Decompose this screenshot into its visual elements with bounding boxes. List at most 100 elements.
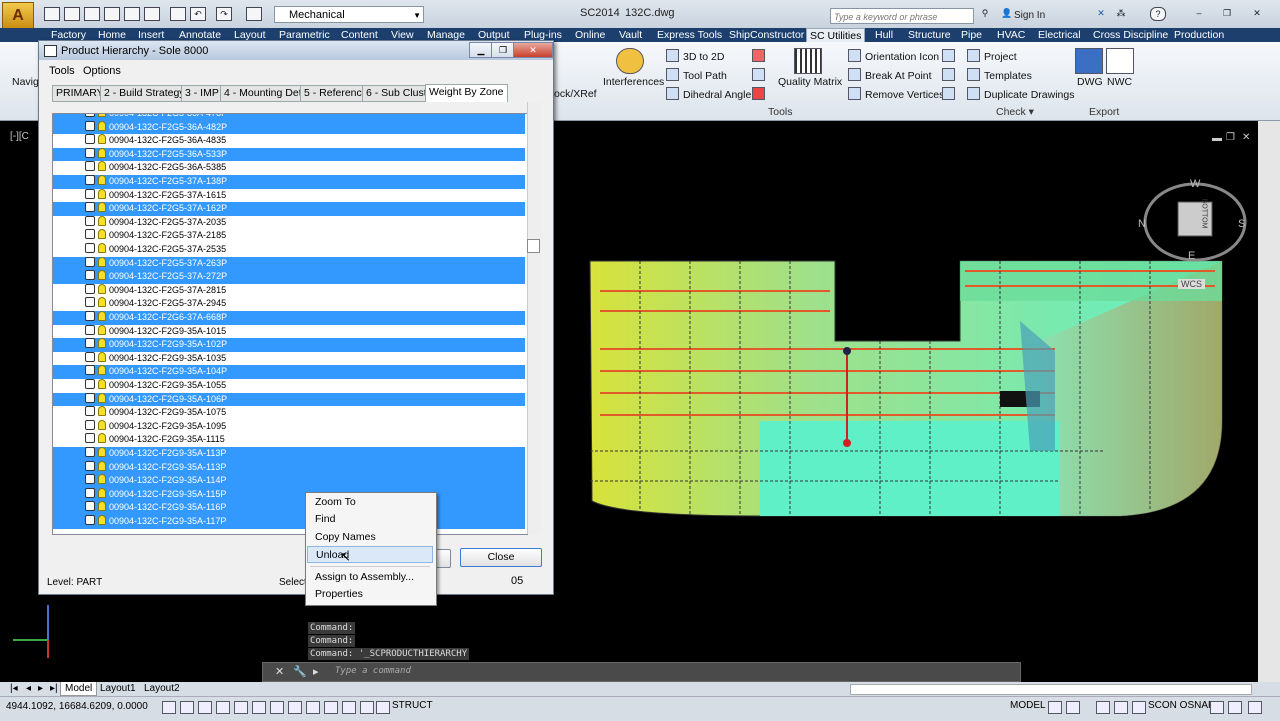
quick-view-layouts-icon[interactable] xyxy=(1048,701,1062,714)
status-menu-icon[interactable] xyxy=(1228,701,1242,714)
tab-structure[interactable]: Structure xyxy=(905,28,954,42)
publish-icon[interactable] xyxy=(144,7,160,21)
workspace-switch-icon[interactable] xyxy=(1096,701,1110,714)
workspace-icon[interactable] xyxy=(246,7,262,21)
small-tool-3[interactable] xyxy=(752,87,769,101)
lightbulb-icon[interactable] xyxy=(98,392,106,403)
tree-row[interactable]: 00904-132C-F2G9-35A-117P xyxy=(53,515,525,529)
small-tool-5[interactable] xyxy=(942,68,959,82)
tree-row[interactable]: 00904-132C-F2G9-35A-115P xyxy=(53,487,525,502)
lightbulb-icon[interactable] xyxy=(98,134,106,145)
small-tool-6[interactable] xyxy=(942,87,959,101)
lightbulb-icon[interactable] xyxy=(98,243,106,253)
compass-south[interactable]: S xyxy=(1238,218,1245,230)
lightbulb-icon[interactable] xyxy=(98,365,106,376)
tab-production[interactable]: Production xyxy=(1171,28,1227,42)
polar-icon[interactable] xyxy=(234,701,248,714)
tree-row[interactable]: 00904-132C-F2G5-37A-138P xyxy=(53,175,525,189)
app-logo-icon[interactable]: A xyxy=(2,2,34,30)
tab-online[interactable]: Online xyxy=(572,28,608,42)
lightbulb-icon[interactable] xyxy=(98,120,106,131)
dialog-maximize-icon[interactable]: ❐ xyxy=(491,42,515,58)
lightbulb-icon[interactable] xyxy=(98,419,106,430)
check-panel-title[interactable]: Check ▾ xyxy=(996,106,1034,118)
menu-item-find[interactable]: Find xyxy=(307,511,433,528)
lightbulb-icon[interactable] xyxy=(98,406,106,417)
lightbulb-icon[interactable] xyxy=(98,487,106,498)
navigate-partial[interactable]: Navig xyxy=(12,76,39,88)
tool-path-button[interactable]: Tool Path xyxy=(666,68,727,82)
tab-layout2[interactable]: Layout2 xyxy=(140,682,184,695)
lightbulb-icon[interactable] xyxy=(98,161,106,172)
small-tool-2[interactable] xyxy=(752,68,769,82)
dyn-icon[interactable] xyxy=(324,701,338,714)
tree-row[interactable]: 00904-132C-F2G9-35A-1015 xyxy=(53,324,525,339)
tree-row[interactable]: 00904-132C-F2G9-35A-104P xyxy=(53,365,525,379)
interferences-icon[interactable] xyxy=(616,48,644,74)
transparency-icon[interactable] xyxy=(360,701,374,714)
dialog-minimize-icon[interactable]: ▁ xyxy=(469,42,493,58)
undo-icon[interactable]: ↶ xyxy=(190,7,206,21)
save-as-icon[interactable] xyxy=(124,7,140,21)
wrench-icon[interactable]: 🔧 xyxy=(293,665,307,678)
lightbulb-icon[interactable] xyxy=(98,474,106,485)
lightbulb-icon[interactable] xyxy=(98,270,106,281)
lock-icon[interactable] xyxy=(1114,701,1128,714)
scon-osnap-toggle[interactable]: SCON OSNAP xyxy=(1148,700,1215,711)
snap-icon[interactable] xyxy=(180,701,194,714)
restore-icon[interactable]: ❐ xyxy=(1220,7,1234,19)
lightbulb-icon[interactable] xyxy=(98,324,106,335)
3d-to-2d-button[interactable]: 3D to 2D xyxy=(666,49,724,63)
isolate-objects-icon[interactable] xyxy=(1210,701,1224,714)
help-icon[interactable]: ? xyxy=(1150,7,1166,21)
osnap-icon[interactable] xyxy=(252,701,266,714)
plot-icon[interactable] xyxy=(170,7,186,21)
minimize-icon[interactable]: – xyxy=(1192,7,1206,19)
tab-hvac[interactable]: HVAC xyxy=(994,28,1028,42)
lightbulb-icon[interactable] xyxy=(98,501,106,512)
search-icon[interactable]: ⚲ xyxy=(978,7,992,19)
tree-row[interactable]: 00904-132C-F2G9-35A-113P xyxy=(53,460,525,475)
lightbulb-icon[interactable] xyxy=(98,460,106,471)
lightbulb-icon[interactable] xyxy=(98,229,106,240)
menu-options[interactable]: Options xyxy=(83,65,121,77)
tab-cross-discipline[interactable]: Cross Discipline xyxy=(1090,28,1171,42)
tree-row[interactable]: 00904-132C-F2G9-35A-106P xyxy=(53,392,525,407)
templates-button[interactable]: Templates xyxy=(967,68,1032,82)
tab-express-tools[interactable]: Express Tools xyxy=(654,28,725,42)
project-button[interactable]: Project xyxy=(967,49,1017,63)
tree-row[interactable]: 00904-132C-F2G5-37A-1615 xyxy=(53,188,525,203)
lightbulb-icon[interactable] xyxy=(98,433,106,444)
wcs-label[interactable]: WCS xyxy=(1178,279,1205,289)
tree-row[interactable]: 00904-132C-F2G9-35A-116P xyxy=(53,501,525,515)
tab-shipconstructor[interactable]: ShipConstructor xyxy=(726,28,807,42)
remove-vertices-button[interactable]: Remove Vertices xyxy=(848,87,944,101)
tree-row[interactable]: 00904-132C-F2G5-37A-2945 xyxy=(53,297,525,311)
close-icon[interactable]: ✕ xyxy=(1250,7,1264,19)
dihedral-angle-button[interactable]: Dihedral Angle xyxy=(666,87,751,101)
new-icon[interactable] xyxy=(44,7,60,21)
tab-layout1[interactable]: Layout1 xyxy=(96,682,140,695)
viewport-label[interactable]: [-][C xyxy=(10,131,29,142)
tree-scroll-thumb[interactable] xyxy=(527,239,540,253)
tree-row[interactable]: 00904-132C-F2G9-35A-114P xyxy=(53,474,525,488)
save-icon[interactable] xyxy=(104,7,120,21)
lightbulb-icon[interactable] xyxy=(98,297,106,308)
lightbulb-icon[interactable] xyxy=(98,147,106,158)
open-icon[interactable] xyxy=(64,7,80,21)
close-button[interactable]: Close xyxy=(460,548,542,567)
lightbulb-icon[interactable] xyxy=(98,283,106,294)
sign-in-link[interactable]: Sign In xyxy=(1014,10,1045,21)
tab-reference[interactable]: 5 - Reference xyxy=(300,85,372,102)
lightbulb-icon[interactable] xyxy=(98,311,106,321)
compass-north[interactable]: N xyxy=(1138,218,1146,230)
tree-row[interactable]: 00904-132C-F2G5-36A-533P xyxy=(53,147,525,162)
lightbulb-icon[interactable] xyxy=(98,338,106,349)
lightbulb-icon[interactable] xyxy=(98,351,106,362)
lineweight-icon[interactable] xyxy=(342,701,356,714)
duplicate-drawings-button[interactable]: Duplicate Drawings xyxy=(967,87,1074,101)
ducs-icon[interactable] xyxy=(306,701,320,714)
menu-tools[interactable]: Tools xyxy=(49,65,75,77)
dialog-close-icon[interactable]: ✕ xyxy=(513,42,553,58)
tree-scrollbar[interactable] xyxy=(527,102,541,534)
